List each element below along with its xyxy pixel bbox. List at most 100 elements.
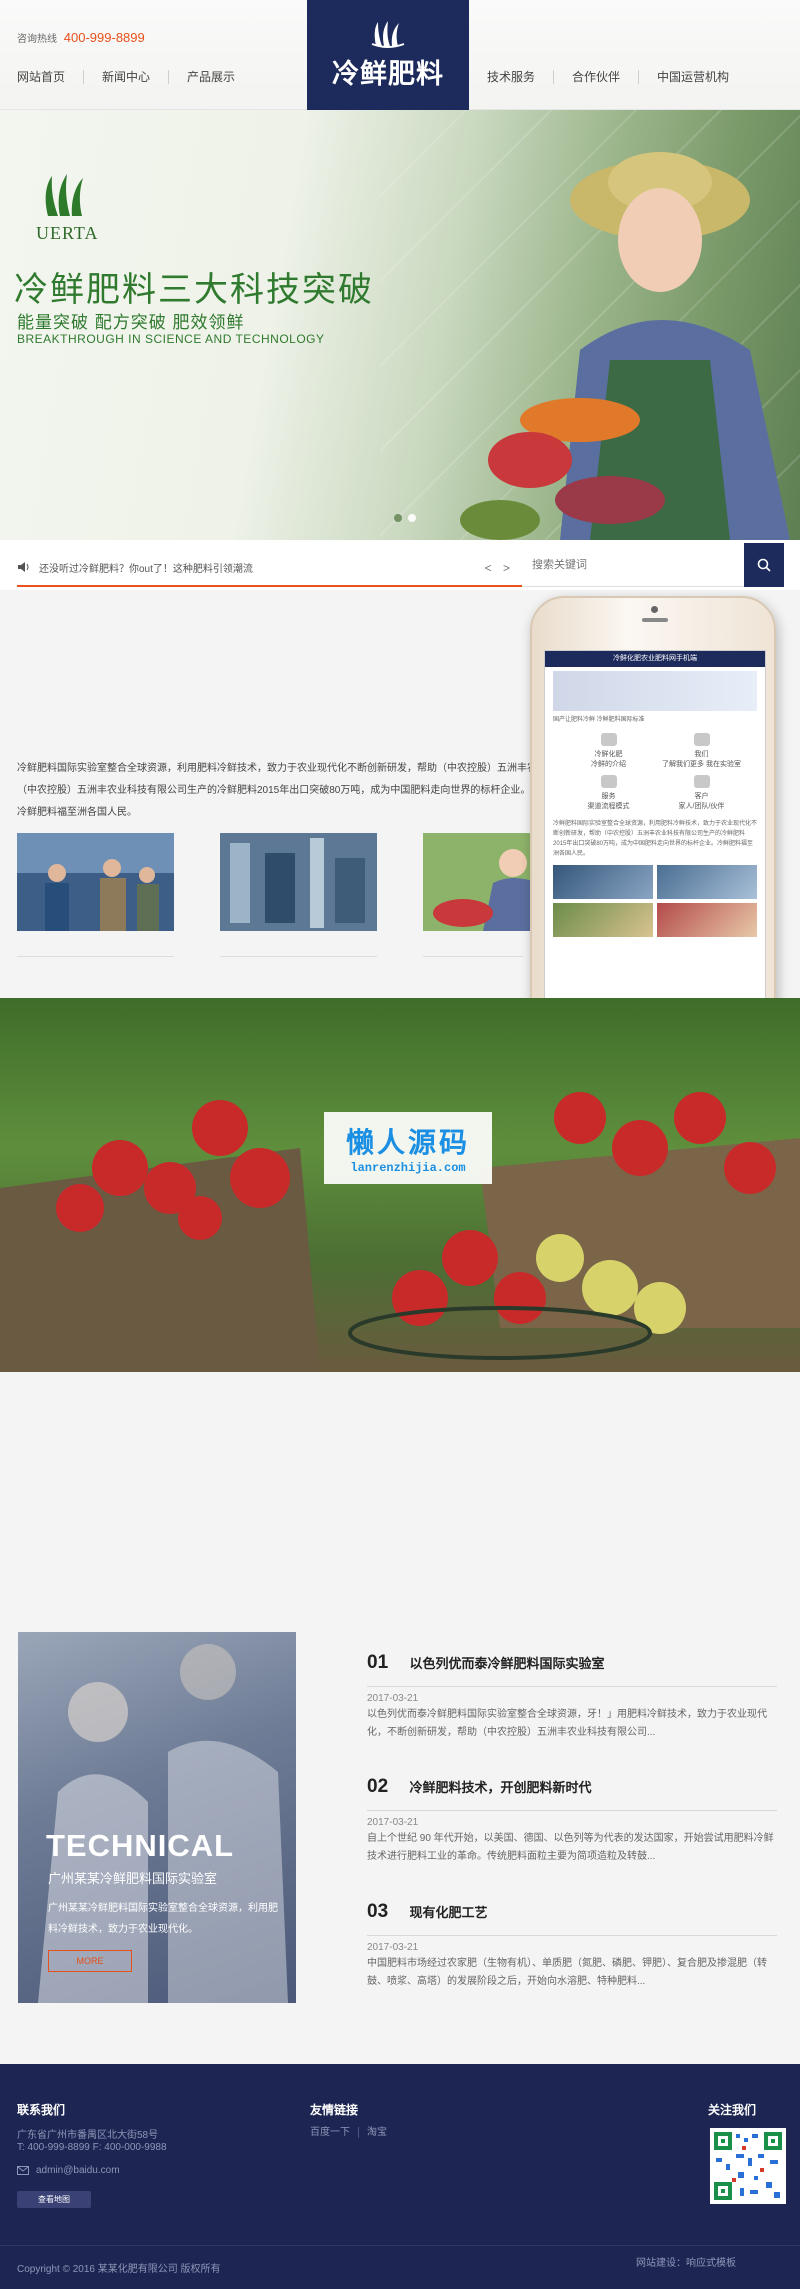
phone-about-text: 冷鲜肥料国际实验室整合全球资源，利用肥料冷鲜技术，致力于农业现代化不断创新研发，… xyxy=(553,821,758,857)
site-logo[interactable]: 冷鲜肥料 xyxy=(307,0,469,110)
news-ticker: 还没听过冷鲜肥料？你out了！这种肥料引领潮流 < > xyxy=(17,549,522,587)
ticker-arrows[interactable]: < > xyxy=(485,561,514,575)
apple-banner xyxy=(0,998,800,1372)
ticker-text[interactable]: 还没听过冷鲜肥料？你out了！这种肥料引领潮流 xyxy=(39,560,253,575)
apples-photo xyxy=(0,1092,800,1372)
search-button[interactable] xyxy=(744,543,784,587)
phone-grid-item[interactable]: 我们了解我们更多 我在实验室 xyxy=(658,733,745,769)
news-title[interactable]: 冷鲜肥料技术，开创肥料新时代 xyxy=(409,1780,591,1795)
news-divider xyxy=(367,1686,777,1687)
footer-divider xyxy=(0,2245,800,2246)
news-desc: 中国肥料市场经过农家肥（生物有机）、单质肥（氮肥、磷肥、钾肥）、复合肥及掺混肥（… xyxy=(367,1958,767,1987)
contact-title: 联系我们 xyxy=(17,2103,66,2117)
phone-banner xyxy=(553,671,757,711)
grid-sub: 冷鲜的介绍 xyxy=(591,761,626,768)
news-item[interactable]: 01 以色列优而泰冷鲜肥料国际实验室 2017-03-21 以色列优而泰冷鲜肥料… xyxy=(367,1652,777,1742)
friend-link[interactable]: 百度一下 xyxy=(310,2127,359,2138)
speaker-icon xyxy=(18,562,29,572)
farmer-photo xyxy=(460,152,790,540)
grid-title: 服务 xyxy=(601,793,616,800)
grid-sub: 家人/团队/伙伴 xyxy=(678,803,725,810)
news-item[interactable]: 02 冷鲜肥料技术，开创肥料新时代 2017-03-21 自上个世纪 90 年代… xyxy=(367,1776,777,1866)
footer-email[interactable]: admin@baidu.com xyxy=(36,2165,120,2176)
news-number: 03 xyxy=(367,1901,389,1922)
news-number: 02 xyxy=(367,1776,389,1797)
news-title[interactable]: 以色列优而泰冷鲜肥料国际实验室 xyxy=(409,1656,604,1671)
slider-dot[interactable] xyxy=(394,514,402,522)
grid-sub: 了解我们更多 我在实验室 xyxy=(662,761,741,768)
banner-subtitle: 能量突破 配方突破 肥效领鲜 xyxy=(17,313,245,332)
phone-thumb[interactable] xyxy=(553,865,653,899)
view-map-button[interactable]: 查看地图 xyxy=(17,2191,91,2208)
footer-address: 广东省广州市番禺区北大街58号 xyxy=(17,2130,159,2141)
news-date: 2017-03-21 xyxy=(367,1817,419,1828)
nav-news[interactable]: 新闻中心 xyxy=(84,70,170,84)
news-title[interactable]: 现有化肥工艺 xyxy=(409,1905,487,1920)
tech-card-text: 广州某某冷鲜肥料国际实验室整合全球资源，利用肥料冷鲜技术，致力于农业现代化。 xyxy=(48,1903,278,1935)
grid-title: 我们 xyxy=(694,751,709,758)
built-by[interactable]: 网站建设：响应式模板 xyxy=(636,2254,736,2269)
banner-title: 冷鲜肥料三大科技突破 xyxy=(14,271,374,309)
more-button[interactable]: MORE xyxy=(48,1950,132,1972)
friend-links: 百度一下 淘宝 xyxy=(310,2127,395,2138)
news-desc: 自上个世纪 90 年代开始，以美国、德国、以色列等为代表的发达国家，开始尝试用肥… xyxy=(367,1833,774,1862)
phone-thumb[interactable] xyxy=(657,903,757,937)
grid-icon xyxy=(693,733,710,746)
footer-phone: T: 400-999-8899 F: 400-000-9988 xyxy=(17,2142,167,2153)
grid-icon xyxy=(693,775,710,788)
banner-subtitle-en: BREAKTHROUGH IN SCIENCE AND TECHNOLOGY xyxy=(17,332,325,346)
search-icon xyxy=(757,558,771,572)
slider-dots xyxy=(394,514,416,522)
hotline-label: 咨询热线 xyxy=(17,34,57,45)
grid-title: 客户 xyxy=(694,793,709,800)
search-input[interactable] xyxy=(522,543,744,587)
phone-camera xyxy=(651,606,658,613)
phone-grid-item[interactable]: 客户家人/团队/伙伴 xyxy=(658,775,745,811)
links-title: 友情链接 xyxy=(310,2103,359,2117)
phone-tagline: 国产让肥料冷鲜 冷鲜肥料国际标准 xyxy=(553,717,645,723)
phone-screen: 冷鲜化肥农业肥料网手机端 国产让肥料冷鲜 冷鲜肥料国际标准 冷鲜化肥 冷鲜的介绍 … xyxy=(544,650,766,1020)
phone-images xyxy=(553,865,757,937)
qr-code xyxy=(710,2128,786,2204)
friend-link[interactable]: 淘宝 xyxy=(359,2127,395,2138)
mail-icon xyxy=(17,2166,29,2175)
nav-home[interactable]: 网站首页 xyxy=(0,70,85,84)
search-bar xyxy=(522,543,784,587)
phone-header: 冷鲜化肥农业肥料网手机端 xyxy=(545,651,765,667)
news-desc: 以色列优而泰冷鲜肥料国际实验室整合全球资源，牙！」用肥料冷鲜技术，致力于农业现代… xyxy=(367,1709,767,1738)
slider-dot[interactable] xyxy=(408,514,416,522)
tech-card[interactable]: TECHNICAL 广州某某冷鲜肥料国际实验室 广州某某冷鲜肥料国际实验室整合全… xyxy=(18,1632,296,2003)
phone-grid-item[interactable]: 服务 渠道流程模式 xyxy=(565,775,652,811)
phone-grid-item[interactable]: 冷鲜化肥 冷鲜的介绍 xyxy=(565,733,652,769)
news-divider xyxy=(367,1935,777,1936)
grid-title: 冷鲜化肥 xyxy=(594,751,623,758)
phone-thumb[interactable] xyxy=(657,865,757,899)
grid-icon xyxy=(600,775,617,788)
brand-leaf-icon xyxy=(45,174,83,216)
news-item[interactable]: 03 现有化肥工艺 2017-03-21 中国肥料市场经过农家肥（生物有机）、单… xyxy=(367,1901,777,1991)
watermark-cn: 懒人源码 xyxy=(345,1127,470,1158)
about-image-workers[interactable] xyxy=(17,833,174,931)
nav-products[interactable]: 产品展示 xyxy=(169,70,253,84)
nav-right: 技术服务 合作伙伴 中国运营机构 xyxy=(470,70,747,84)
factory-photo xyxy=(220,833,377,931)
nav-china-operations[interactable]: 中国运营机构 xyxy=(639,70,747,84)
about-text: 冷鲜肥料国际实验室整合全球资源，利用肥料冷鲜技术，致力于农业现代化不断创新研发，… xyxy=(17,763,537,818)
nav-partners[interactable]: 合作伙伴 xyxy=(554,70,640,84)
phone-thumb[interactable] xyxy=(553,903,653,937)
site-header: 咨询热线 400-999-8899 网站首页 新闻中心 产品展示 冷鲜肥料 技术… xyxy=(0,0,800,110)
about-image-factory[interactable] xyxy=(220,833,377,931)
lab-photo xyxy=(38,1644,288,2003)
news-number: 01 xyxy=(367,1652,389,1673)
phone-speaker xyxy=(642,618,668,622)
hotline-number[interactable]: 400-999-8899 xyxy=(64,30,145,45)
tech-card-title: TECHNICAL xyxy=(46,1828,235,1863)
nav-left: 网站首页 新闻中心 产品展示 xyxy=(0,70,253,84)
grid-icon xyxy=(600,733,617,746)
news-date: 2017-03-21 xyxy=(367,1942,419,1953)
copyright: Copyright © 2016 某某化肥有限公司 版权所有 xyxy=(17,2264,221,2275)
hotline: 咨询热线 400-999-8899 xyxy=(17,30,145,45)
brand-name: UERTA xyxy=(36,223,99,243)
nav-tech-service[interactable]: 技术服务 xyxy=(470,70,555,84)
about-divider xyxy=(17,956,174,957)
